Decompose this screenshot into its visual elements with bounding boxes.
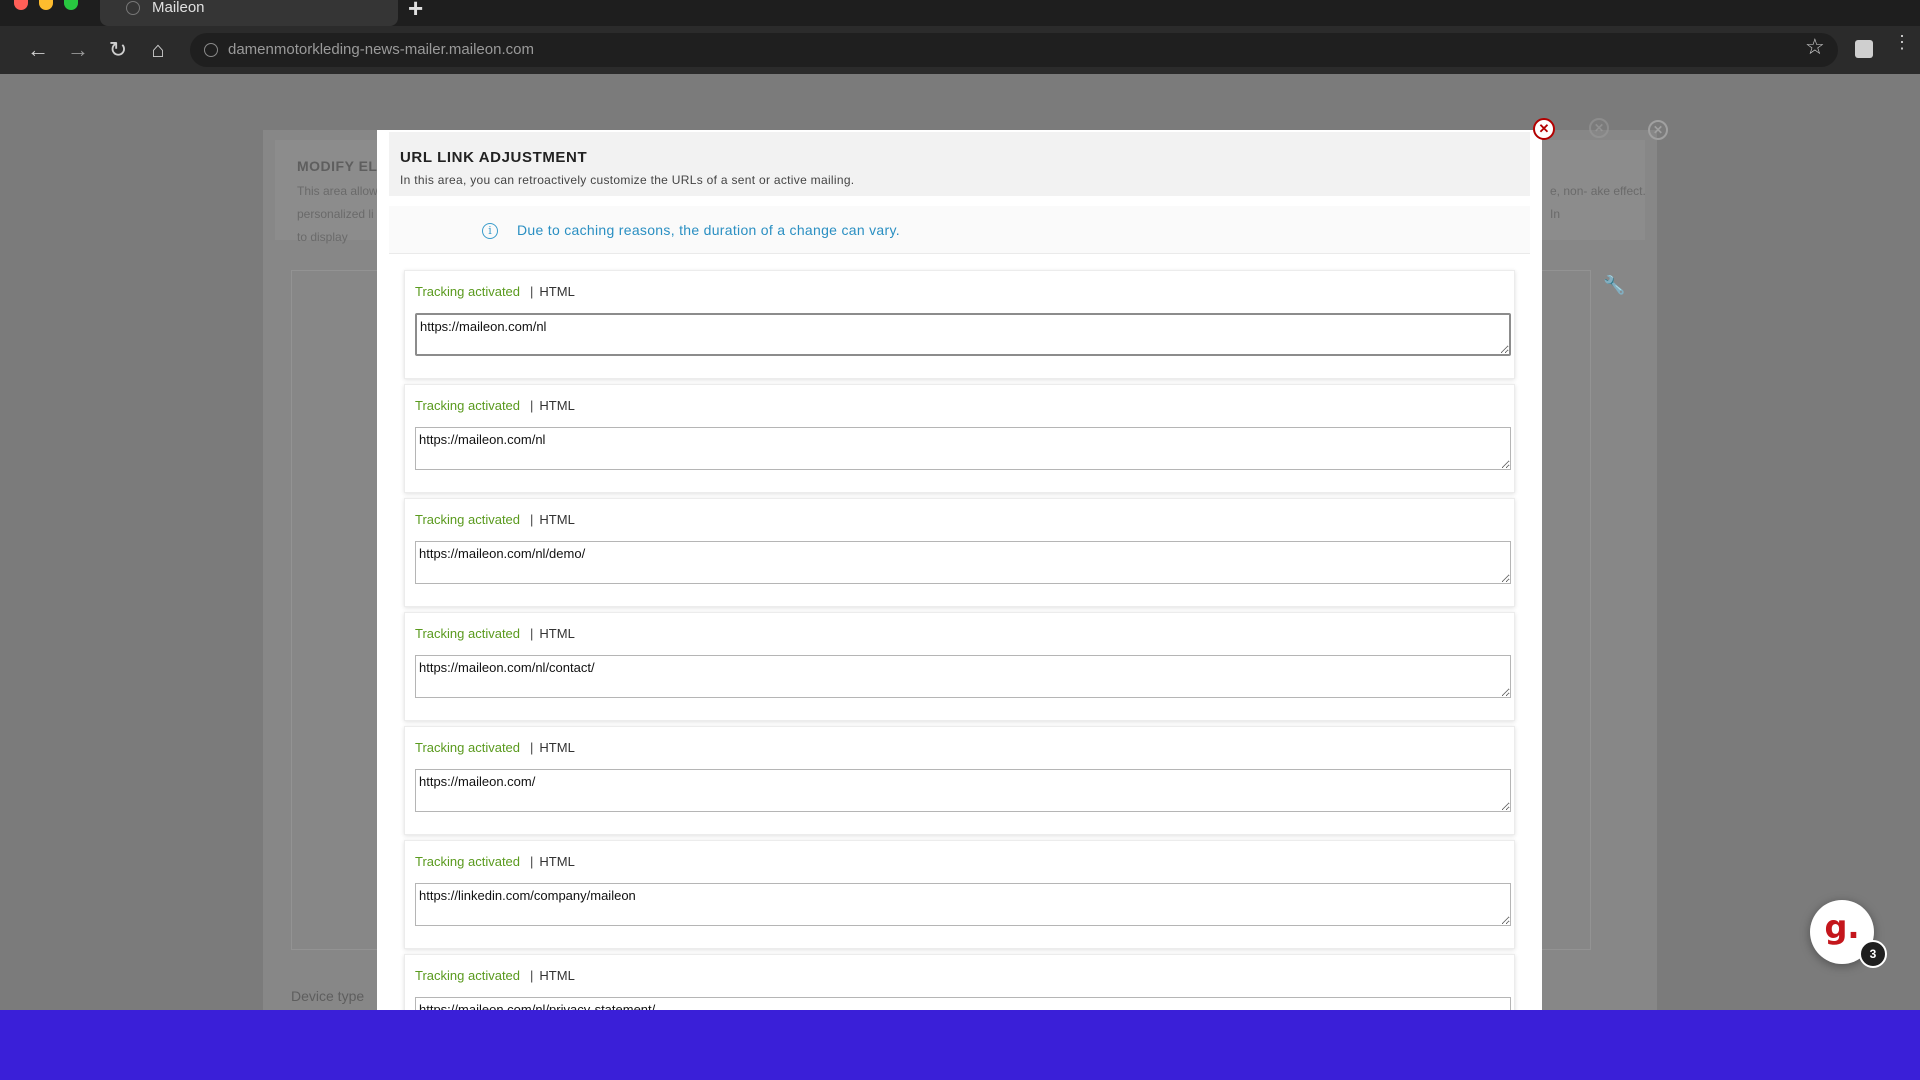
meta-separator: | (530, 512, 534, 527)
link-format: HTML (539, 398, 575, 413)
star-icon[interactable]: ☆ (1805, 34, 1825, 60)
tracking-status: Tracking activated (415, 284, 521, 299)
window-minimize-button[interactable] (39, 0, 53, 10)
link-format: HTML (539, 512, 575, 527)
home-icon[interactable]: ⌂ (144, 36, 172, 64)
new-tab-button[interactable]: + (408, 0, 423, 21)
info-icon: i (482, 223, 498, 239)
url-input[interactable]: https://maileon.com/nl/privacy-statement… (415, 997, 1511, 1010)
close-circle-icon[interactable]: ✕ (1533, 118, 1555, 140)
meta-separator: | (530, 398, 534, 413)
link-meta: Tracking activated | HTML (415, 968, 575, 983)
reload-icon[interactable]: ↻ (104, 36, 132, 64)
bottom-bar (0, 1010, 1920, 1080)
link-list: Tracking activated | HTML https://maileon.… (404, 270, 1515, 1010)
link-meta: Tracking activated | HTML (415, 398, 575, 413)
link-meta: Tracking activated | HTML (415, 740, 575, 755)
arrow-left-icon[interactable]: ← (24, 36, 52, 64)
meta-separator: | (530, 626, 534, 641)
link-format: HTML (539, 626, 575, 641)
link-format: HTML (539, 854, 575, 869)
browser-toolbar: ← → ↻ ⌂ damenmotorkleding-news-mailer.ma… (0, 26, 1920, 74)
link-card: Tracking activated | HTML https://maileon.… (404, 270, 1515, 379)
link-format: HTML (539, 284, 575, 299)
meta-separator: | (530, 968, 534, 983)
link-card: Tracking activated | HTML https://maileon.… (404, 612, 1515, 721)
link-card: Tracking activated | HTML https://maileon.… (404, 384, 1515, 493)
chat-notification-badge: 3 (1859, 940, 1887, 968)
background-dialog-title: MODIFY ELE (297, 158, 388, 174)
window-close-button[interactable] (14, 0, 28, 10)
tracking-status: Tracking activated (415, 398, 521, 413)
modal-header: URL LINK ADJUSTMENT In this area, you ca… (389, 132, 1530, 196)
meta-separator: | (530, 740, 534, 755)
chat-widget-button[interactable]: g. 3 (1810, 900, 1887, 968)
site-info-icon[interactable] (204, 43, 218, 57)
link-meta: Tracking activated | HTML (415, 854, 575, 869)
wrench-icon: 🔧 (1603, 275, 1626, 295)
browser-tab-maileon[interactable]: Maileon (100, 0, 398, 26)
browser-tab-bar: Maileon + (0, 0, 1920, 26)
address-bar[interactable]: damenmotorkleding-news-mailer.maileon.co… (190, 33, 1838, 67)
link-format: HTML (539, 968, 575, 983)
background-dialog-description-right: e, non- ake effect. In (1550, 184, 1646, 221)
device-type-label: Device type (291, 988, 365, 1004)
link-meta: Tracking activated | HTML (415, 626, 575, 641)
modal-subtitle: In this area, you can retroactively cust… (400, 173, 855, 187)
link-card: Tracking activated | HTML https://maileon.… (404, 726, 1515, 835)
url-input[interactable]: https://maileon.com/nl (415, 427, 1511, 470)
link-meta: Tracking activated | HTML (415, 284, 575, 299)
globe-icon (126, 1, 140, 15)
url-input[interactable]: https://maileon.com/nl (415, 313, 1511, 356)
arrow-right-icon[interactable]: → (64, 36, 92, 64)
tracking-status: Tracking activated (415, 968, 521, 983)
tracking-status: Tracking activated (415, 740, 521, 755)
window-maximize-button[interactable] (64, 0, 78, 10)
notice-text: Due to caching reasons, the duration of … (517, 222, 900, 238)
tab-title: Maileon (152, 0, 205, 16)
url-input[interactable]: https://maileon.com/nl/contact/ (415, 655, 1511, 698)
chat-logo: g. (1824, 908, 1860, 946)
url-input[interactable]: https://linkedin.com/company/maileon (415, 883, 1511, 926)
link-format: HTML (539, 740, 575, 755)
address-url: damenmotorkleding-news-mailer.maileon.co… (228, 41, 534, 58)
link-meta: Tracking activated | HTML (415, 512, 575, 527)
url-link-adjustment-modal: URL LINK ADJUSTMENT In this area, you ca… (377, 130, 1542, 1010)
url-input[interactable]: https://maileon.com/ (415, 769, 1511, 812)
hidden-close-icon: ✕ (1589, 118, 1609, 138)
modal-title: URL LINK ADJUSTMENT (400, 149, 588, 166)
background-dialog-close-icon: ✕ (1648, 120, 1668, 140)
tracking-status: Tracking activated (415, 854, 521, 869)
meta-separator: | (530, 854, 534, 869)
link-card: Tracking activated | HTML https://maileon.… (404, 498, 1515, 607)
kebab-menu-icon[interactable]: ⋮ (1893, 33, 1911, 51)
url-input[interactable]: https://maileon.com/nl/demo/ (415, 541, 1511, 584)
link-card: Tracking activated | HTML https://linkedin… (404, 840, 1515, 949)
puzzle-icon[interactable] (1855, 40, 1873, 58)
tracking-status: Tracking activated (415, 512, 521, 527)
caching-notice: i Due to caching reasons, the duration o… (389, 206, 1530, 254)
meta-separator: | (530, 284, 534, 299)
tracking-status: Tracking activated (415, 626, 521, 641)
link-card: Tracking activated | HTML https://maileon.… (404, 954, 1515, 1010)
